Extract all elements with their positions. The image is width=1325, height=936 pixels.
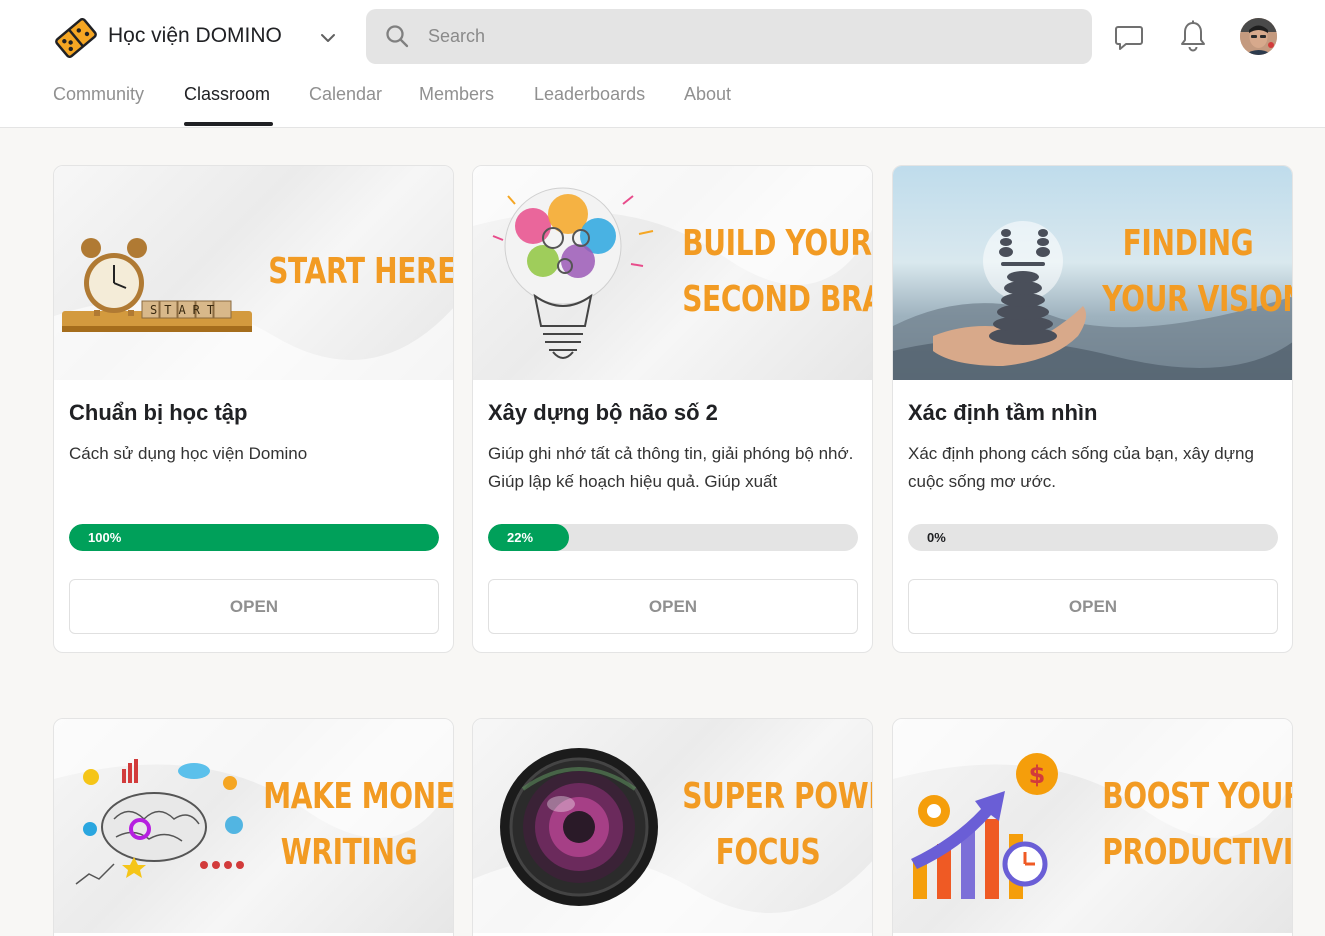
course-card[interactable]: START START HERE Chuẩn bị học tập Cách s… [53, 165, 454, 653]
domino-logo-icon[interactable] [54, 18, 98, 58]
course-description: Xác định phong cách sống của bạn, xây dự… [908, 444, 1254, 491]
svg-text:$: $ [1029, 761, 1046, 789]
group-name[interactable]: Học viện DOMINO [108, 24, 282, 48]
user-avatar[interactable] [1240, 18, 1277, 55]
open-course-button[interactable]: OPEN [69, 579, 439, 634]
course-cover: MAKE MONEY WRITING [54, 719, 454, 933]
svg-text:START: START [150, 303, 221, 317]
course-card[interactable]: FINDING YOUR VISION Xác định tầm nhìn Xá… [892, 165, 1293, 653]
search-bar[interactable] [366, 9, 1092, 64]
cover-title: START HERE [268, 251, 454, 292]
course-cover: FINDING YOUR VISION [893, 166, 1293, 380]
course-cover: BUILD YOUR SECOND BRAIN [473, 166, 872, 380]
search-icon [386, 25, 409, 48]
cover-title: MAKE MONEY WRITING [263, 776, 454, 873]
tab-calendar[interactable]: Calendar [309, 84, 382, 105]
chat-icon[interactable] [1113, 21, 1145, 53]
course-card[interactable]: $ BOOST YOUR PRODUCTIVITY [892, 718, 1293, 936]
open-course-button[interactable]: OPEN [908, 579, 1278, 634]
tab-classroom[interactable]: Classroom [184, 84, 270, 105]
cover-title: FINDING YOUR VISION [1102, 223, 1293, 320]
tab-members[interactable]: Members [419, 84, 494, 105]
course-title: Chuẩn bị học tập [69, 400, 248, 425]
open-course-button[interactable]: OPEN [488, 579, 858, 634]
progress-label: 0% [927, 530, 946, 545]
progress-fill [69, 524, 439, 551]
tab-about[interactable]: About [684, 84, 731, 105]
course-progress-bar: 0% [908, 524, 1278, 551]
top-header: Học viện DOMINO Community Classroom [0, 0, 1325, 128]
course-progress-bar: 100% [69, 524, 439, 551]
course-title: Xây dựng bộ não số 2 [488, 400, 718, 425]
progress-label: 100% [88, 530, 122, 545]
avatar-photo [1240, 18, 1277, 55]
cover-title: BOOST YOUR PRODUCTIVITY [1102, 776, 1293, 873]
course-cover: SUPER POWER FOCUS [473, 719, 872, 933]
course-card[interactable]: MAKE MONEY WRITING [53, 718, 454, 936]
course-description: Giúp ghi nhớ tất cả thông tin, giải phón… [488, 444, 854, 491]
course-cover: $ BOOST YOUR PRODUCTIVITY [893, 719, 1293, 933]
cover-title: BUILD YOUR SECOND BRAIN [682, 223, 872, 320]
bell-icon[interactable] [1178, 19, 1208, 53]
cover-title: SUPER POWER FOCUS [682, 776, 872, 873]
course-progress-bar: 22% [488, 524, 858, 551]
course-card[interactable]: BUILD YOUR SECOND BRAIN Xây dựng bộ não … [472, 165, 873, 653]
course-cover: START START HERE [54, 166, 454, 380]
active-tab-indicator [184, 122, 273, 126]
course-card[interactable]: SUPER POWER FOCUS [472, 718, 873, 936]
tab-community[interactable]: Community [53, 84, 144, 105]
search-input[interactable] [428, 9, 1068, 64]
nav-tabs: Community Classroom Calendar Members Lea… [0, 80, 1325, 128]
progress-label: 22% [507, 530, 534, 545]
chevron-down-icon[interactable] [316, 26, 340, 50]
course-title: Xác định tầm nhìn [908, 400, 1098, 425]
course-description: Cách sử dụng học viện Domino [69, 444, 308, 463]
tab-leaderboards[interactable]: Leaderboards [534, 84, 645, 105]
